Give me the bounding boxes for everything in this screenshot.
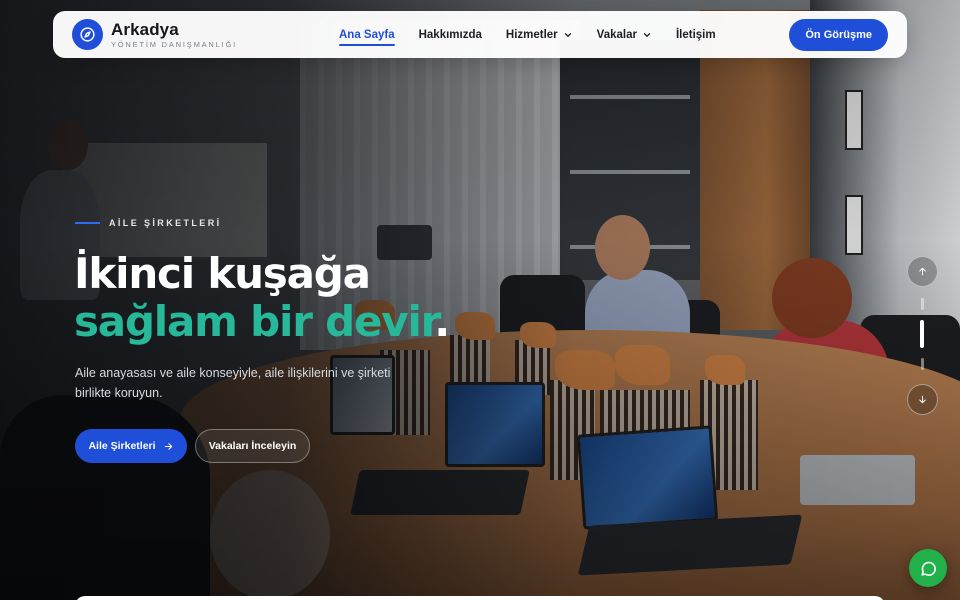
slide-indicator[interactable]: [920, 358, 924, 370]
navbar: Arkadya YÖNETİM DANIŞMANLIĞI Ana Sayfa H…: [53, 11, 907, 58]
next-section-card-edge: [75, 596, 885, 600]
nav-item-label: Hizmetler: [505, 28, 558, 41]
brand-logo[interactable]: Arkadya YÖNETİM DANIŞMANLIĞI: [72, 19, 312, 50]
nav-item-label: Hakkımızda: [418, 28, 482, 41]
whatsapp-chat-button[interactable]: [909, 549, 947, 587]
slide-next-button[interactable]: [907, 384, 938, 415]
main-nav: Ana Sayfa Hakkımızda Hizmetler Vakalar İ…: [339, 11, 716, 58]
arrow-down-icon: [919, 395, 926, 404]
nav-item-hizmetler[interactable]: Hizmetler: [506, 11, 573, 58]
nav-item-iletisim[interactable]: İletişim: [676, 11, 716, 58]
arrow-right-icon: [164, 442, 172, 450]
chevron-down-icon: [643, 32, 651, 37]
nav-item-ana-sayfa[interactable]: Ana Sayfa: [339, 11, 395, 58]
eyebrow-line: [75, 222, 100, 224]
hero-title-line2: sağlam bir devir: [74, 297, 435, 346]
nav-item-vakalar[interactable]: Vakalar: [597, 11, 652, 58]
nav-item-label: Vakalar: [596, 28, 637, 41]
family-companies-button-label: Aile Şirketleri: [88, 440, 156, 452]
compass-icon: [72, 19, 103, 50]
chevron-down-icon: [564, 32, 571, 37]
slide-prev-button[interactable]: [907, 256, 938, 287]
brand-text: Arkadya YÖNETİM DANIŞMANLIĞI: [111, 21, 237, 49]
brand-name: Arkadya: [111, 19, 179, 39]
arrow-up-icon: [919, 267, 926, 276]
slide-indicators: [920, 298, 924, 370]
whatsapp-icon: [920, 561, 936, 576]
hero-eyebrow: AİLE ŞİRKETLERİ: [75, 218, 222, 228]
slide-indicator[interactable]: [920, 298, 924, 310]
hero-title-dot: .: [434, 297, 450, 346]
slide-indicator-active[interactable]: [920, 320, 924, 348]
view-cases-button[interactable]: Vakaları İnceleyin: [195, 429, 310, 463]
family-companies-button[interactable]: Aile Şirketleri: [75, 429, 187, 463]
hero-lead: Aile anayasası ve aile konseyiyle, aile …: [75, 366, 391, 400]
hero-title-line1: İkinci kuşağa: [74, 249, 371, 298]
brand-tagline: YÖNETİM DANIŞMANLIĞI: [111, 39, 238, 49]
nav-item-label: İletişim: [675, 28, 716, 41]
eyebrow-text: AİLE ŞİRKETLERİ: [109, 218, 222, 228]
hero-title: İkinci kuşağa sağlam bir devir.: [74, 249, 450, 346]
nav-item-label: Ana Sayfa: [339, 28, 395, 41]
pre-meeting-button[interactable]: Ön Görüşme: [789, 18, 888, 51]
nav-item-hakkimizda[interactable]: Hakkımızda: [419, 11, 482, 58]
